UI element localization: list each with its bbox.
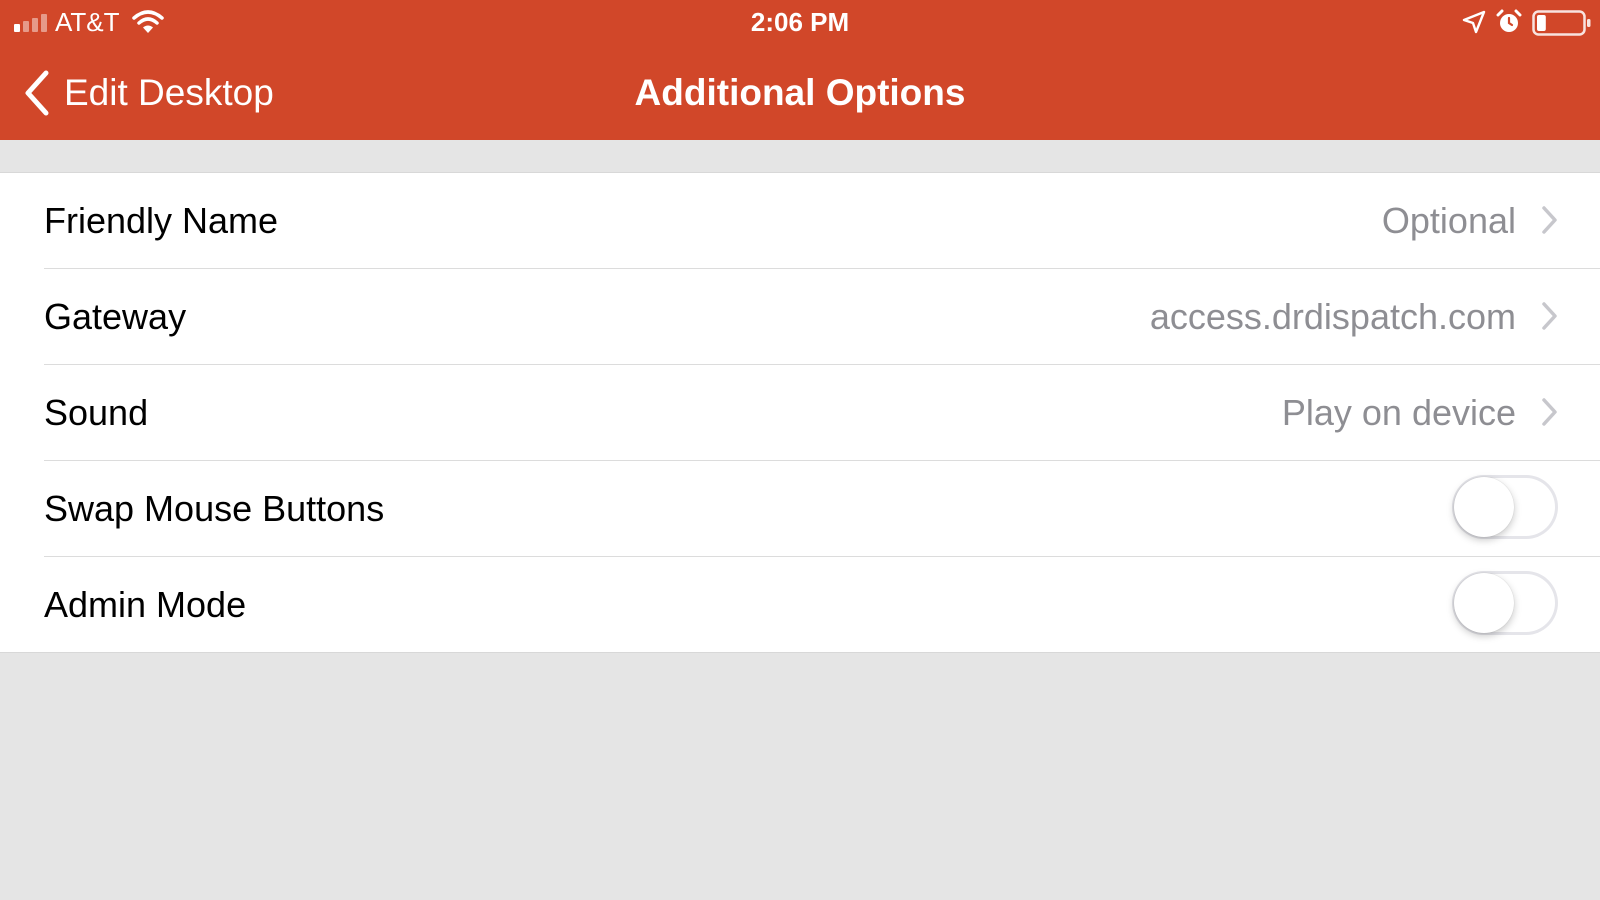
status-bar: AT&T 2:06 PM bbox=[0, 0, 1600, 46]
row-label: Sound bbox=[44, 392, 149, 433]
row-value: Optional bbox=[1381, 200, 1516, 241]
toggle-switch[interactable] bbox=[1452, 571, 1558, 635]
settings-row-swap-mouse-buttons[interactable]: Swap Mouse Buttons bbox=[44, 461, 1600, 557]
settings-row-sound[interactable]: Sound Play on device bbox=[44, 365, 1600, 461]
app-header: AT&T 2:06 PM Edit Desktop Additional Opt… bbox=[0, 0, 1600, 140]
settings-list: Friendly Name Optional Gateway access.drdis… bbox=[0, 172, 1600, 653]
row-label: Friendly Name bbox=[44, 200, 279, 241]
chevron-right-icon bbox=[1542, 302, 1557, 330]
wifi-icon bbox=[132, 10, 164, 33]
back-label: Edit Desktop bbox=[64, 72, 274, 113]
carrier-name: AT&T bbox=[55, 7, 120, 37]
alarm-clock-icon bbox=[1496, 9, 1522, 32]
chevron-left-icon bbox=[25, 70, 49, 116]
toggle-knob bbox=[1454, 573, 1514, 633]
location-arrow-icon bbox=[1462, 10, 1486, 34]
status-time: 2:06 PM bbox=[750, 7, 850, 37]
row-label: Admin Mode bbox=[44, 584, 247, 625]
row-label: Swap Mouse Buttons bbox=[44, 488, 385, 529]
battery-icon bbox=[1532, 10, 1591, 36]
settings-row-friendly-name[interactable]: Friendly Name Optional bbox=[44, 173, 1600, 269]
signal-bars-icon bbox=[14, 14, 47, 32]
chevron-right-icon bbox=[1542, 398, 1557, 426]
row-label: Gateway bbox=[44, 296, 187, 337]
chevron-right-icon bbox=[1542, 206, 1557, 234]
toggle-knob bbox=[1454, 477, 1514, 537]
settings-row-gateway[interactable]: Gateway access.drdispatch.com bbox=[44, 269, 1600, 365]
back-button[interactable]: Edit Desktop bbox=[22, 46, 274, 140]
toggle-switch[interactable] bbox=[1452, 475, 1558, 539]
row-value: Play on device bbox=[1281, 392, 1516, 433]
navigation-bar: Edit Desktop Additional Options bbox=[0, 46, 1600, 140]
row-value: access.drdispatch.com bbox=[1149, 296, 1516, 337]
settings-row-admin-mode[interactable]: Admin Mode bbox=[44, 557, 1600, 652]
